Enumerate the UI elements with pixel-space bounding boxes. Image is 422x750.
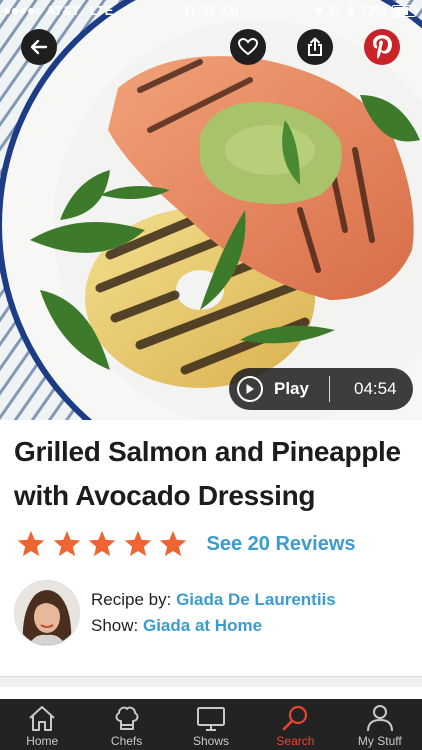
person-icon xyxy=(366,705,393,732)
back-arrow-icon xyxy=(30,39,48,55)
tab-search-label: Search xyxy=(276,734,315,748)
video-duration: 04:54 xyxy=(353,379,397,398)
alarm-icon xyxy=(329,6,340,16)
tab-bar: Home Chefs Shows Search My Stuff xyxy=(0,699,422,750)
section-divider xyxy=(0,677,422,687)
show-label: Show: xyxy=(91,616,139,635)
star-icon xyxy=(159,530,187,557)
tv-icon xyxy=(197,707,226,731)
favorite-button[interactable] xyxy=(230,29,266,65)
search-icon xyxy=(283,705,308,731)
tab-shows[interactable]: Shows xyxy=(169,699,253,750)
home-icon xyxy=(29,706,55,731)
play-icon xyxy=(237,376,263,402)
location-icon xyxy=(312,5,323,16)
chef-name-link[interactable]: Giada De Laurentiis xyxy=(176,590,336,609)
recipe-by-label: Recipe by: xyxy=(91,590,172,609)
star-icon xyxy=(124,530,151,557)
chef-hat-icon xyxy=(115,706,139,730)
pinterest-icon xyxy=(373,35,392,59)
tab-home[interactable]: Home xyxy=(0,699,84,750)
tab-shows-label: Shows xyxy=(193,734,230,748)
play-divider xyxy=(328,376,330,402)
back-button[interactable] xyxy=(21,29,57,65)
show-name-link[interactable]: Giada at Home xyxy=(143,616,262,635)
status-bar: AT&T LTE 11:36 AM 73% xyxy=(0,0,422,22)
tab-my-stuff-label: My Stuff xyxy=(357,734,402,748)
tab-chefs[interactable]: Chefs xyxy=(84,699,168,750)
star-icon xyxy=(53,530,80,557)
bluetooth-icon xyxy=(346,4,354,17)
tab-my-stuff[interactable]: My Stuff xyxy=(338,699,422,750)
battery-percent: 73% xyxy=(359,3,386,18)
salmon-dish-illustration xyxy=(0,0,422,420)
share-icon xyxy=(308,37,322,56)
play-video-button[interactable]: Play 04:54 xyxy=(229,368,413,410)
share-button[interactable] xyxy=(297,29,333,65)
tab-chefs-label: Chefs xyxy=(110,734,143,748)
tab-home-label: Home xyxy=(26,734,59,748)
recipe-title: Grilled Salmon and Pineapple with Avocad… xyxy=(14,436,401,511)
heart-icon xyxy=(238,38,258,56)
star-icon xyxy=(17,530,45,557)
tab-search[interactable]: Search xyxy=(253,699,337,750)
see-reviews-link[interactable]: See 20 Reviews xyxy=(207,533,356,556)
star-icon xyxy=(88,530,116,557)
play-label: Play xyxy=(274,379,309,398)
battery-icon xyxy=(392,4,418,17)
chef-info: Recipe by: Giada De Laurentiis Show: Gia… xyxy=(14,580,336,646)
recipe-hero-image xyxy=(0,0,422,420)
chef-avatar[interactable] xyxy=(14,580,80,646)
pinterest-button[interactable] xyxy=(364,29,400,65)
rating-row: See 20 Reviews xyxy=(16,529,356,559)
